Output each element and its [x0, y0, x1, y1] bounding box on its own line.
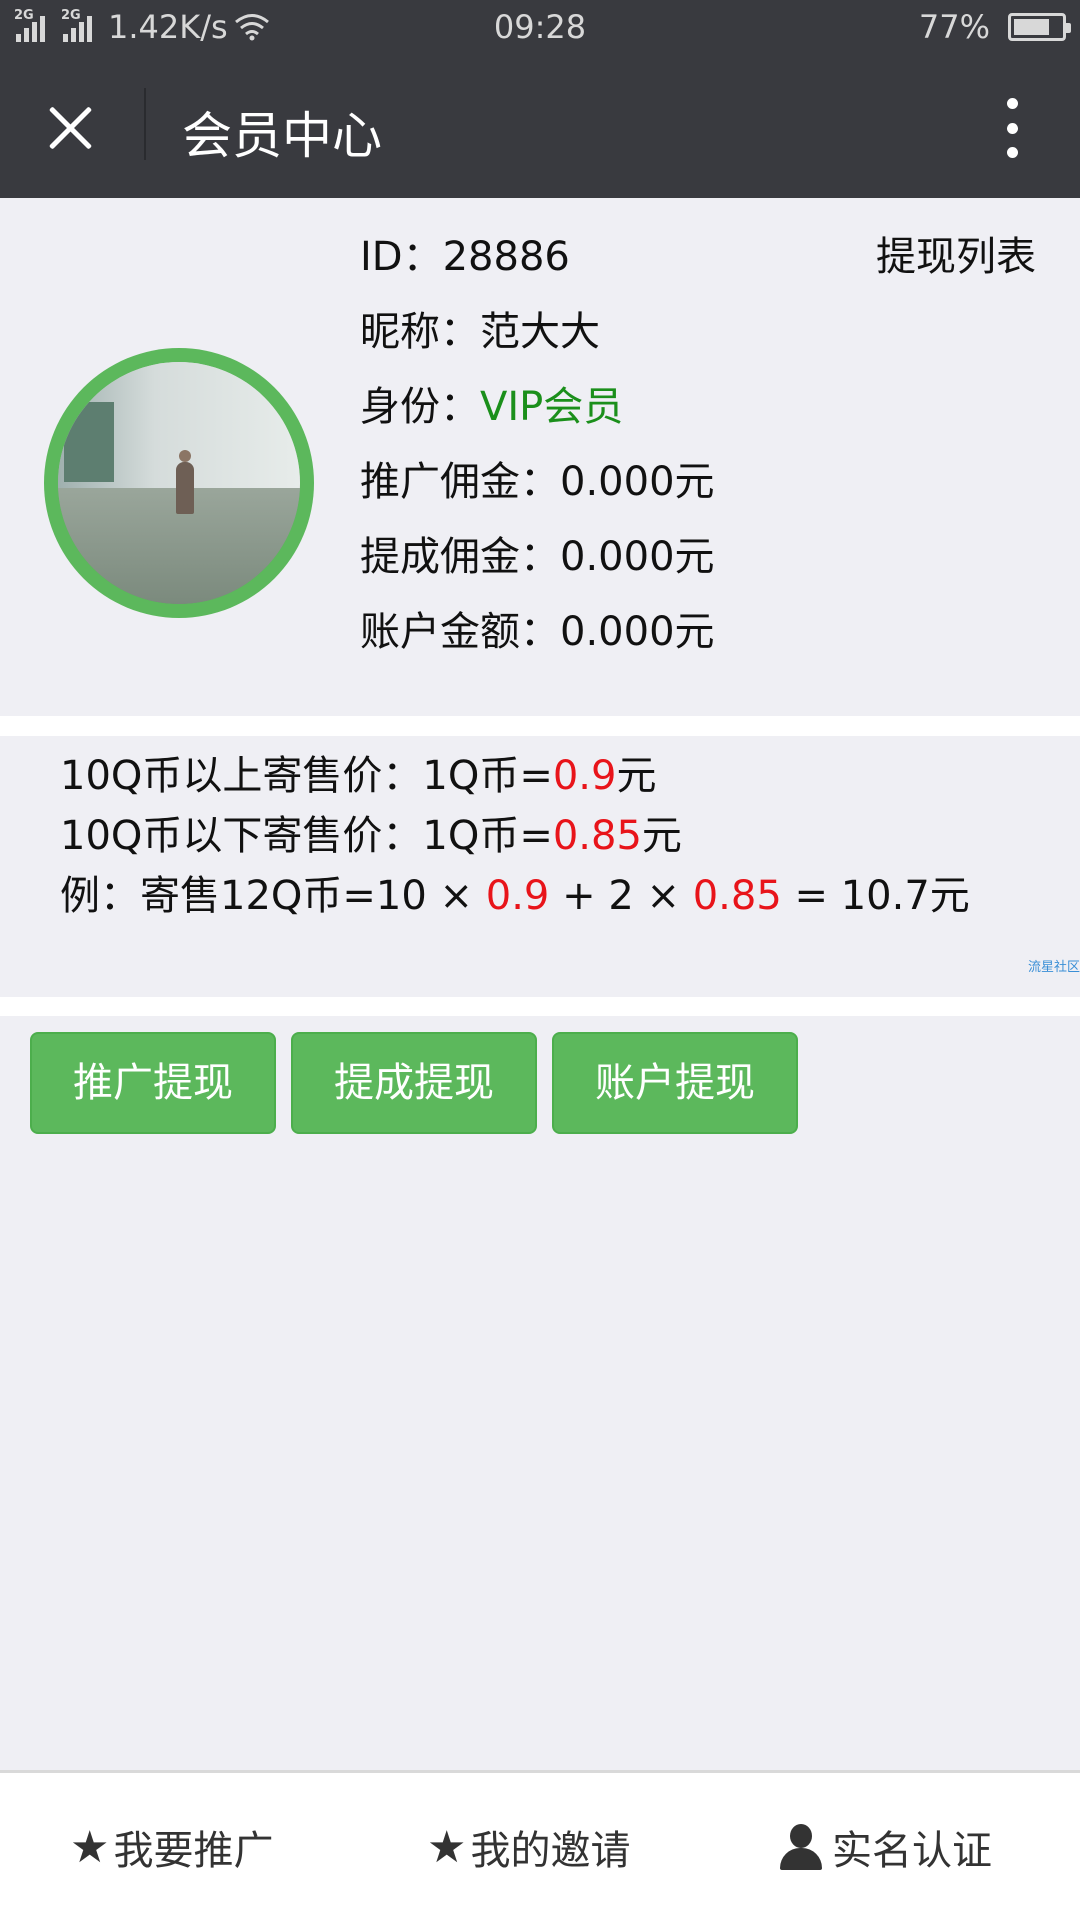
- section-divider: [0, 716, 1080, 735]
- withdraw-list-link[interactable]: 提现列表: [876, 220, 1036, 295]
- pricing-lines: 10Q币以上寄售价：1Q币=0.9元 10Q币以下寄售价：1Q币=0.85元 例…: [60, 746, 970, 926]
- price-value: 0.85: [552, 813, 642, 859]
- bonus-commission-row: 提成佣金：0.000元: [360, 520, 715, 595]
- watermark: 流星社区: [1027, 960, 1080, 975]
- identity-label: 身份：: [360, 384, 480, 430]
- promo-commission-label: 推广佣金：: [360, 459, 560, 505]
- account-balance-label: 账户金额：: [360, 609, 560, 655]
- status-bar: 2G 2G 1.42K/s 09:28 77%: [0, 0, 1080, 56]
- title-divider: [144, 88, 146, 160]
- price-line-below-10: 10Q币以下寄售价：1Q币=0.85元: [60, 806, 970, 866]
- user-icon: [780, 1824, 822, 1870]
- star-icon: ★: [70, 1821, 110, 1873]
- account-balance-row: 账户金额：0.000元: [360, 595, 715, 670]
- identity-row: 身份：VIP会员: [360, 370, 715, 445]
- example-price: 0.85: [692, 873, 782, 919]
- status-right: 77%: [918, 8, 1071, 46]
- bottom-nav: ★ 我要推广 ★ 我的邀请 实名认证: [0, 1770, 1080, 1920]
- nickname-label: 昵称：: [360, 309, 480, 355]
- bonus-withdraw-button[interactable]: 提成提现: [291, 1032, 537, 1134]
- id-label: ID：: [360, 234, 443, 280]
- nav-verification-label: 实名认证: [832, 1828, 992, 1874]
- account-withdraw-button[interactable]: 账户提现: [552, 1032, 798, 1134]
- nav-invitations-label: 我的邀请: [470, 1828, 631, 1874]
- promo-commission-value: 0.000元: [560, 459, 715, 505]
- more-options-icon[interactable]: [1004, 98, 1020, 158]
- example-text: = 10.7元: [781, 873, 970, 919]
- price-line-text: 10Q币以上寄售价：1Q币=: [60, 753, 553, 799]
- price-line-text: 10Q币以下寄售价：1Q币=: [60, 813, 553, 859]
- price-value: 0.9: [552, 753, 617, 799]
- example-price: 0.9: [485, 873, 550, 919]
- battery-icon: [1008, 13, 1071, 41]
- id-row: ID：28886: [360, 220, 715, 295]
- nav-promote-label: 我要推广: [113, 1828, 274, 1874]
- title-bar: 会员中心: [0, 56, 1080, 198]
- bonus-commission-value: 0.000元: [560, 534, 715, 580]
- id-value: 28886: [442, 234, 570, 280]
- price-line-above-10: 10Q币以上寄售价：1Q币=0.9元: [60, 746, 970, 806]
- example-text: + 2 ×: [549, 873, 693, 919]
- battery-percent: 77%: [918, 8, 990, 46]
- section-divider: [0, 997, 1080, 1016]
- profile-card: ID：28886 昵称：范大大 身份：VIP会员 推广佣金：0.000元 提成佣…: [0, 198, 1080, 716]
- nav-promote[interactable]: ★ 我要推广: [70, 1818, 273, 1876]
- example-text: 例：寄售12Q币=10 ×: [60, 873, 486, 919]
- nav-invitations[interactable]: ★ 我的邀请: [427, 1818, 630, 1876]
- price-unit: 元: [616, 753, 657, 799]
- star-icon: ★: [427, 1821, 467, 1873]
- identity-value: VIP会员: [480, 384, 624, 430]
- nav-verification[interactable]: 实名认证: [780, 1818, 992, 1876]
- page-title: 会员中心: [182, 107, 382, 165]
- nickname-row: 昵称：范大大: [360, 295, 715, 370]
- pricing-section: 10Q币以上寄售价：1Q币=0.9元 10Q币以下寄售价：1Q币=0.85元 例…: [0, 735, 1080, 997]
- promo-commission-row: 推广佣金：0.000元: [360, 445, 715, 520]
- battery-fill: [1014, 19, 1050, 35]
- price-example: 例：寄售12Q币=10 × 0.9 + 2 × 0.85 = 10.7元: [60, 866, 970, 926]
- promo-withdraw-button[interactable]: 推广提现: [30, 1032, 276, 1134]
- close-icon[interactable]: [40, 98, 100, 158]
- avatar-ring: [44, 348, 314, 618]
- price-unit: 元: [641, 813, 682, 859]
- account-balance-value: 0.000元: [560, 609, 715, 655]
- nickname-value: 范大大: [480, 309, 600, 355]
- avatar[interactable]: [58, 362, 300, 604]
- profile-info: ID：28886 昵称：范大大 身份：VIP会员 推广佣金：0.000元 提成佣…: [360, 220, 715, 670]
- bonus-commission-label: 提成佣金：: [360, 534, 560, 580]
